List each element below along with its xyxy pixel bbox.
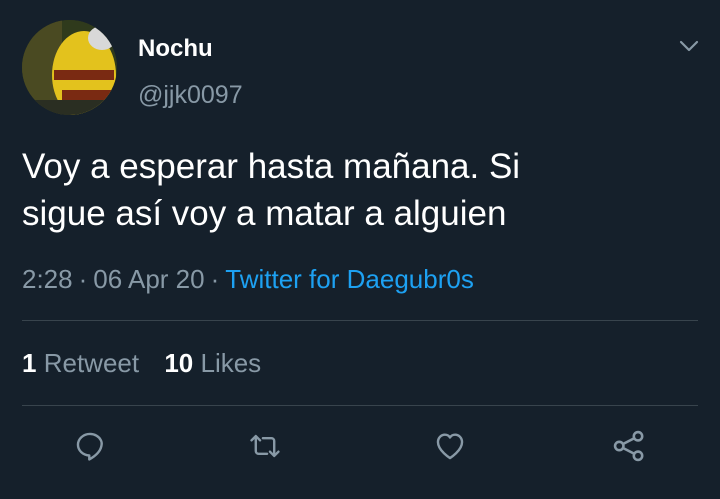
- tweet-text-line-2: sigue así voy a matar a alguien: [22, 194, 507, 233]
- tweet-actions: [0, 420, 720, 470]
- tweet-text: Voy a esperar hasta mañana. Si sigue así…: [22, 143, 682, 237]
- tweet-date[interactable]: 06 Apr 20: [93, 264, 204, 294]
- tweet-meta: 2:28 · 06 Apr 20 · Twitter for Daegubr0s: [22, 262, 474, 296]
- display-name[interactable]: Nochu: [138, 34, 213, 64]
- retweet-icon: [250, 434, 280, 458]
- likes-label: Likes: [200, 348, 262, 378]
- avatar-image: [22, 20, 117, 115]
- share-icon: [613, 430, 644, 462]
- reply-icon: [76, 432, 103, 461]
- tweet-stats: 1 Retweet 10 Likes: [22, 346, 279, 380]
- reply-button[interactable]: [70, 426, 110, 466]
- user-handle[interactable]: @jjk0097: [138, 80, 243, 110]
- retweet-button[interactable]: [245, 426, 285, 466]
- divider: [22, 320, 698, 321]
- tweet-time[interactable]: 2:28: [22, 264, 73, 294]
- retweets-count: 1: [22, 348, 37, 378]
- share-button[interactable]: [609, 426, 649, 466]
- tweet-source-link[interactable]: Twitter for Daegubr0s: [225, 264, 474, 294]
- avatar[interactable]: [22, 20, 117, 115]
- chevron-down-icon[interactable]: [676, 36, 702, 56]
- like-button[interactable]: [430, 426, 470, 466]
- likes-stat[interactable]: 10 Likes: [164, 346, 261, 380]
- meta-separator: ·: [210, 264, 220, 294]
- retweets-label: Retweet: [43, 348, 140, 378]
- heart-icon: [436, 433, 464, 460]
- divider: [22, 405, 698, 406]
- likes-count: 10: [164, 348, 194, 378]
- meta-separator: ·: [78, 264, 88, 294]
- tweet-text-line-1: Voy a esperar hasta mañana. Si: [22, 147, 521, 186]
- tweet-card: Nochu @jjk0097 Voy a esperar hasta mañan…: [0, 0, 720, 499]
- retweets-stat[interactable]: 1 Retweet: [22, 346, 139, 380]
